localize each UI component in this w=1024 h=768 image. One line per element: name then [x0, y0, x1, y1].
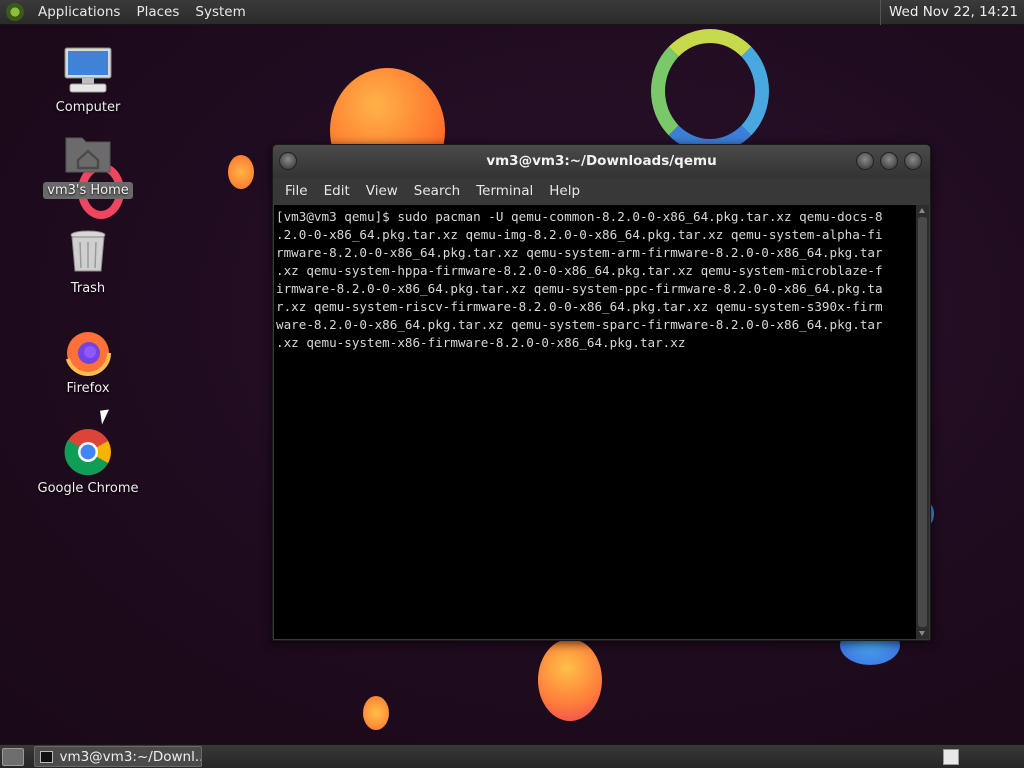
desktop-icon-trash[interactable]: Trash [33, 226, 143, 297]
scroll-down-arrow-icon[interactable] [919, 631, 925, 636]
desktop-icon-label: Trash [70, 281, 106, 296]
terminal-menubar: File Edit View Search Terminal Help [273, 178, 930, 204]
trash-icon [62, 226, 114, 278]
scrollbar-thumb[interactable] [918, 217, 927, 627]
menu-help[interactable]: Help [541, 183, 588, 199]
desktop-icon-label: Google Chrome [37, 481, 139, 496]
top-panel: Applications Places System Wed Nov 22, 1… [0, 0, 1024, 25]
menu-applications[interactable]: Applications [30, 0, 128, 25]
desktop-icon-chrome[interactable]: Google Chrome [33, 426, 143, 497]
terminal-line: r.xz qemu-system-riscv-firmware-8.2.0-0-… [276, 299, 883, 314]
chrome-icon [62, 426, 114, 478]
workspace-switcher[interactable] [943, 749, 959, 765]
terminal-window[interactable]: vm3@vm3:~/Downloads/qemu File Edit View … [272, 144, 931, 641]
window-title: vm3@vm3:~/Downloads/qemu [486, 153, 717, 169]
desktop-icon-computer[interactable]: Computer [33, 45, 143, 116]
desktop-icon-label: Computer [55, 100, 121, 115]
bottom-panel: vm3@vm3:~/Downl... [0, 744, 1024, 768]
terminal-line: rmware-8.2.0-0-x86_64.pkg.tar.xz qemu-sy… [276, 245, 883, 260]
show-desktop-icon[interactable] [2, 748, 24, 766]
menu-edit[interactable]: Edit [316, 183, 358, 199]
wallpaper-bottom-small [363, 696, 389, 730]
terminal-line: .xz qemu-system-x86-firmware-8.2.0-0-x86… [276, 335, 686, 350]
terminal-text: [vm3@vm3 qemu]$ sudo pacman -U qemu-comm… [274, 205, 916, 355]
mouse-cursor-icon [100, 409, 111, 425]
menu-file[interactable]: File [277, 183, 316, 199]
terminal-line: ware-8.2.0-0-x86_64.pkg.tar.xz qemu-syst… [276, 317, 883, 332]
minimize-button[interactable] [856, 152, 874, 170]
computer-icon [62, 45, 114, 97]
menu-view[interactable]: View [358, 183, 406, 199]
taskbar-terminal-button[interactable]: vm3@vm3:~/Downl... [34, 746, 202, 767]
terminal-line: .2.0-0-x86_64.pkg.tar.xz qemu-img-8.2.0-… [276, 227, 883, 242]
clock[interactable]: Wed Nov 22, 14:21 [879, 0, 1018, 25]
terminal-output[interactable]: [vm3@vm3 qemu]$ sudo pacman -U qemu-comm… [274, 205, 916, 639]
desktop-icon-label: Firefox [66, 381, 110, 396]
terminal-line: irmware-8.2.0-0-x86_64.pkg.tar.xz qemu-s… [276, 281, 883, 296]
home-folder-icon [62, 128, 114, 180]
terminal-line: .xz qemu-system-hppa-firmware-8.2.0-0-x8… [276, 263, 883, 278]
desktop-icon-firefox[interactable]: Firefox [33, 326, 143, 397]
desktop-icon-home[interactable]: vm3's Home [33, 128, 143, 199]
menu-system[interactable]: System [187, 0, 253, 25]
maximize-button[interactable] [880, 152, 898, 170]
menu-terminal[interactable]: Terminal [468, 183, 541, 199]
scroll-up-arrow-icon[interactable] [919, 208, 925, 213]
close-button[interactable] [904, 152, 922, 170]
desktop-icon-label: vm3's Home [43, 182, 133, 199]
terminal-icon [40, 750, 54, 763]
wallpaper-ring [651, 29, 769, 153]
distro-logo-icon[interactable] [6, 3, 24, 21]
terminal-line: [vm3@vm3 qemu]$ sudo pacman -U qemu-comm… [276, 209, 883, 224]
window-titlebar[interactable]: vm3@vm3:~/Downloads/qemu [273, 145, 930, 178]
terminal-scrollbar[interactable] [916, 205, 929, 639]
wallpaper-bottom-orange [538, 639, 602, 721]
menu-search[interactable]: Search [406, 183, 468, 199]
menu-places[interactable]: Places [128, 0, 187, 25]
firefox-icon [62, 326, 114, 378]
taskbar-label: vm3@vm3:~/Downl... [59, 748, 201, 765]
wallpaper-small-orange [228, 155, 254, 189]
